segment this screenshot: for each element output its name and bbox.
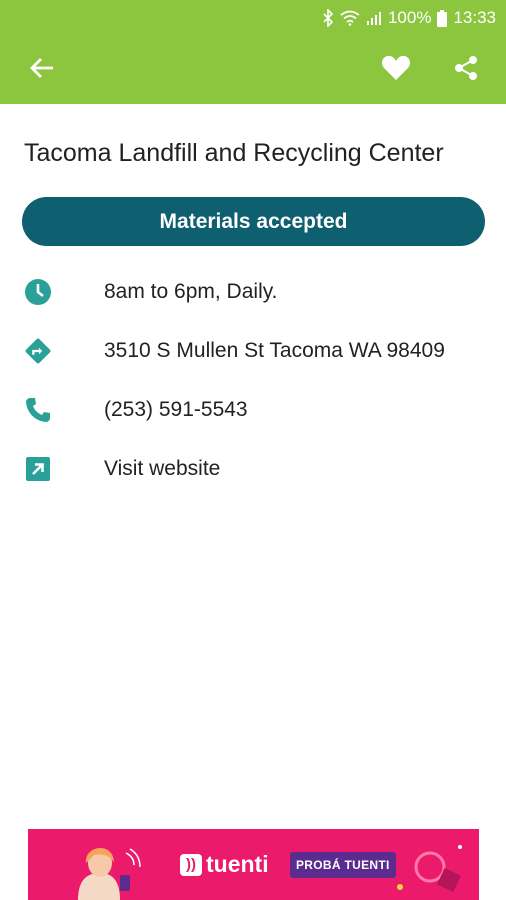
- directions-icon: [24, 337, 52, 365]
- clock-icon: [24, 278, 52, 306]
- battery-percentage: 100%: [387, 8, 432, 27]
- open-link-icon: [24, 455, 52, 483]
- materials-accepted-button[interactable]: Materials accepted: [22, 197, 485, 246]
- heart-icon: [381, 55, 411, 86]
- ad-banner[interactable]: )) tuenti PROBÁ TUENTI: [28, 829, 479, 900]
- website-link[interactable]: Visit website: [104, 457, 220, 481]
- tuenti-logo-icon: )): [180, 853, 202, 876]
- back-button[interactable]: [12, 36, 72, 104]
- ad-cta-button[interactable]: PROBÁ TUENTI: [290, 852, 396, 878]
- wifi-icon: [340, 10, 360, 26]
- address-text[interactable]: 3510 S Mullen St Tacoma WA 98409: [104, 339, 445, 363]
- status-bar: 100% 13:33: [0, 0, 506, 36]
- battery-icon: [437, 9, 448, 27]
- share-icon: [454, 55, 478, 86]
- arrow-left-icon: [29, 56, 55, 85]
- website-row[interactable]: Visit website: [0, 449, 506, 489]
- phone-text[interactable]: (253) 591-5543: [104, 398, 248, 422]
- ad-decoration: [397, 845, 462, 892]
- phone-row[interactable]: (253) 591-5543: [0, 390, 506, 430]
- ad-illustration: [78, 847, 141, 900]
- location-title: Tacoma Landfill and Recycling Center: [24, 139, 444, 167]
- app-bar: [0, 36, 506, 104]
- signal-icon: [366, 10, 382, 26]
- bluetooth-icon: [322, 9, 334, 27]
- address-row[interactable]: 3510 S Mullen St Tacoma WA 98409: [0, 331, 506, 371]
- hours-row: 8am to 6pm, Daily.: [0, 272, 506, 312]
- ad-brand-name: tuenti: [206, 851, 269, 877]
- favorite-button[interactable]: [366, 36, 426, 104]
- hours-text: 8am to 6pm, Daily.: [104, 280, 278, 303]
- phone-icon: [24, 396, 52, 424]
- share-button[interactable]: [436, 36, 496, 104]
- ad-brand: )) tuenti: [180, 851, 269, 878]
- clock: 13:33: [453, 8, 496, 27]
